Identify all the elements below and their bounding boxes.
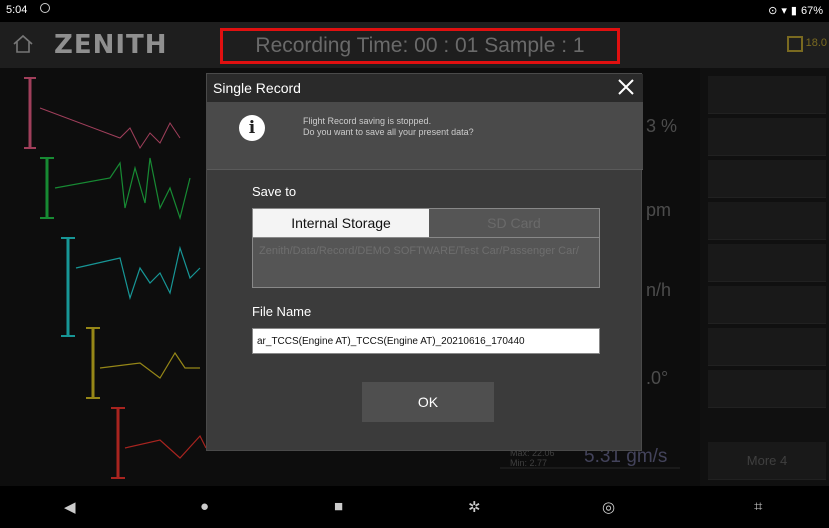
recents-icon[interactable]: ■	[334, 498, 343, 515]
wifi-icon: ▾	[781, 5, 787, 17]
tab-sd-card[interactable]: SD Card	[429, 209, 599, 237]
tab-internal-storage[interactable]: Internal Storage	[253, 209, 429, 237]
ok-button[interactable]: OK	[362, 382, 494, 422]
save-path-box: Zenith/Data/Record/DEMO SOFTWARE/Test Ca…	[252, 238, 600, 288]
app-header: ZENITH Recording Time: 00 : 01 Sample : …	[0, 22, 829, 68]
vpn-icon: ⊙	[768, 5, 778, 17]
screenshot-icon[interactable]: ⌗	[754, 498, 762, 515]
calendar-icon[interactable]	[787, 36, 803, 52]
battery-icon: ▮	[790, 5, 797, 17]
home-icon[interactable]	[12, 34, 34, 54]
home-nav-icon[interactable]: ●	[200, 498, 209, 515]
message-line: Flight Record saving is stopped.	[303, 116, 432, 126]
status-bar: 5:04 ⊙ ▾ ▮ 67%	[0, 0, 829, 22]
sync-icon	[40, 3, 50, 13]
file-name-field[interactable]	[252, 328, 600, 354]
zenith-logo: ZENITH	[54, 30, 168, 60]
close-icon[interactable]	[615, 76, 637, 98]
camera-icon[interactable]: ◎	[602, 498, 615, 516]
storage-tabs: Internal Storage SD Card	[252, 208, 600, 238]
recording-status-box: Recording Time: 00 : 01 Sample : 1	[220, 28, 620, 64]
file-name-label: File Name	[252, 304, 312, 319]
save-path: Zenith/Data/Record/DEMO SOFTWARE/Test Ca…	[259, 245, 579, 257]
recording-status-text: Recording Time: 00 : 01 Sample : 1	[255, 34, 585, 57]
file-name-input[interactable]	[253, 329, 599, 353]
dialog-message-area: i Flight Record saving is stopped. Do yo…	[207, 102, 643, 170]
message-line: Do you want to save all your present dat…	[303, 127, 474, 137]
dialog-header: Single Record	[207, 74, 643, 102]
back-icon[interactable]: ◀	[64, 498, 76, 516]
dialog-message: Flight Record saving is stopped. Do you …	[303, 116, 474, 138]
battery-percent: 67%	[800, 4, 823, 17]
dialog-title: Single Record	[213, 80, 301, 96]
android-nav-bar: ◀ ● ■ ✲ ◎ ⌗	[0, 486, 829, 528]
settings-icon[interactable]: ✲	[468, 498, 481, 516]
status-time: 5:04	[6, 4, 28, 16]
single-record-dialog: Single Record i Flight Record saving is …	[206, 73, 643, 451]
status-icons: ⊙ ▾ ▮ 67%	[768, 4, 823, 18]
save-to-label: Save to	[252, 184, 297, 199]
info-icon: i	[239, 115, 265, 141]
calendar-value: 18.0	[805, 37, 827, 49]
